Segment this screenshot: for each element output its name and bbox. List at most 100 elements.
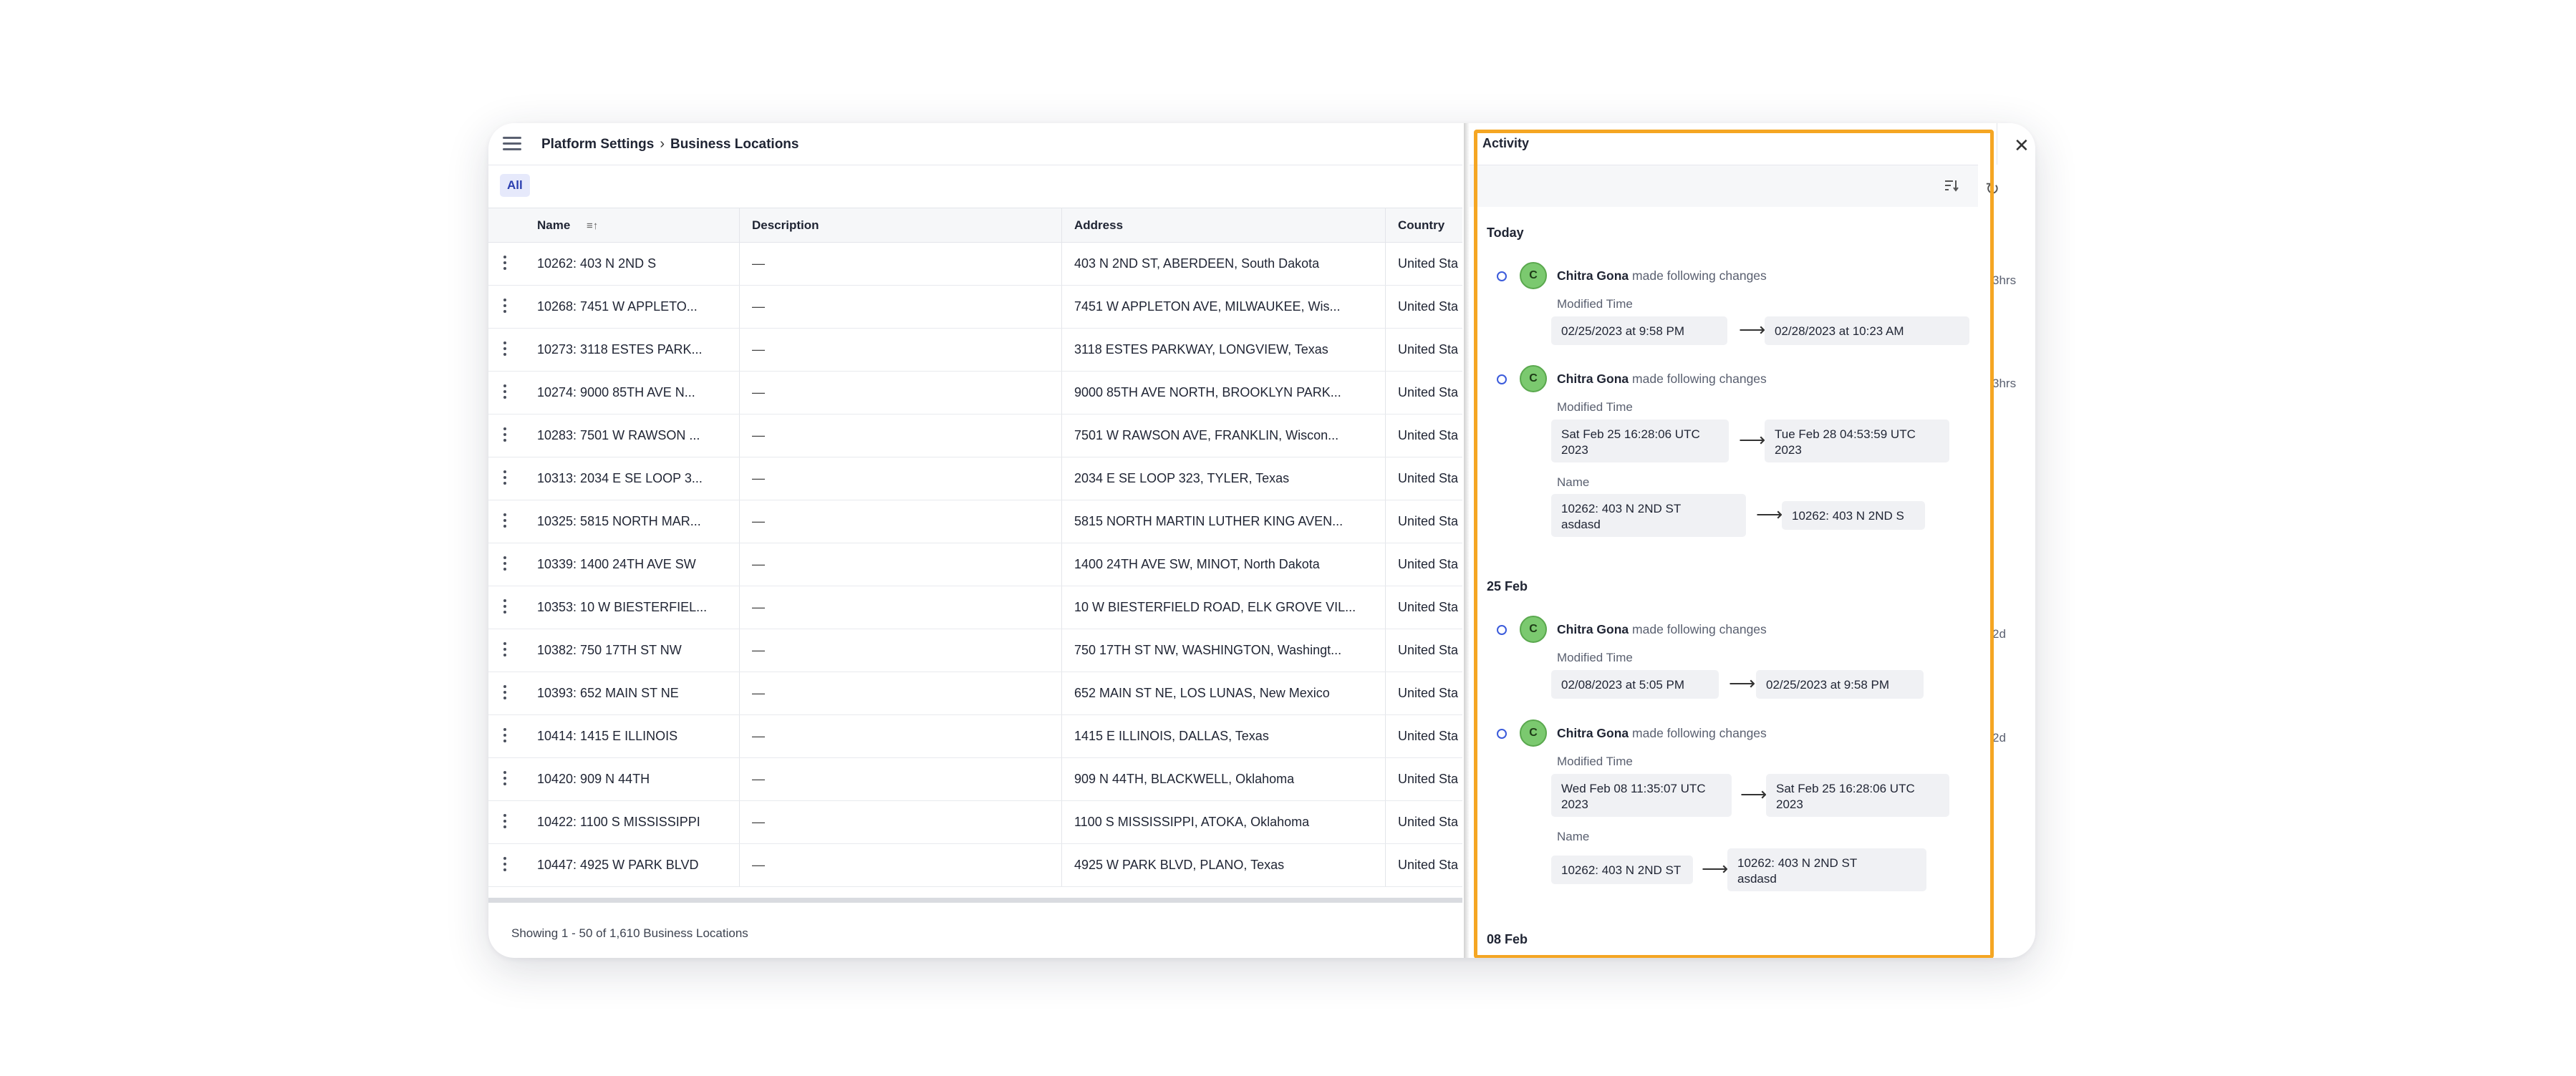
- activity-action: made following changes: [1632, 622, 1767, 636]
- cell-country: United Sta: [1398, 342, 1459, 357]
- cell-description: —: [752, 385, 765, 399]
- kebab-menu-icon[interactable]: [503, 470, 507, 486]
- cell-address: 5815 NORTH MARTIN LUTHER KING AVEN...: [1074, 514, 1344, 528]
- changed-field-label: Name: [1557, 475, 1590, 489]
- user-name[interactable]: Chitra Gona: [1557, 726, 1629, 740]
- table-row[interactable]: 10414: 1415 E ILLINOIS — 1415 E ILLINOIS, …: [488, 715, 1462, 758]
- column-header-address[interactable]: Address: [1074, 208, 1123, 242]
- cell-country: United Sta: [1398, 729, 1459, 743]
- cell-country: United Sta: [1398, 600, 1459, 614]
- kebab-menu-icon[interactable]: [503, 642, 507, 658]
- kebab-menu-icon[interactable]: [503, 384, 507, 400]
- cell-address: 652 MAIN ST NE, LOS LUNAS, New Mexico: [1074, 686, 1330, 700]
- cell-description: —: [752, 772, 765, 786]
- table-row[interactable]: 10262: 403 N 2ND S — 403 N 2ND ST, ABERDEE…: [488, 243, 1462, 286]
- cell-description: —: [752, 686, 765, 700]
- kebab-menu-icon[interactable]: [503, 814, 507, 830]
- cell-description: —: [752, 815, 765, 829]
- cell-description: —: [752, 428, 765, 442]
- table-row[interactable]: 10268: 7451 W APPLETO... — 7451 W APPLETON…: [488, 286, 1462, 329]
- cell-description: —: [752, 471, 765, 485]
- kebab-menu-icon[interactable]: [503, 728, 507, 744]
- breadcrumb-root[interactable]: Platform Settings: [541, 137, 654, 152]
- cell-address: 10 W BIESTERFIELD ROAD, ELK GROVE VIL...: [1074, 600, 1356, 614]
- activity-time-ago: 3hrs: [1992, 273, 2017, 287]
- table-row[interactable]: 10313: 2034 E SE LOOP 3... — 2034 E SE LOO…: [488, 457, 1462, 500]
- column-header-description[interactable]: Description: [752, 208, 819, 242]
- changed-field-label: Modified Time: [1557, 297, 1633, 311]
- kebab-menu-icon[interactable]: [503, 341, 507, 357]
- cell-address: 7501 W RAWSON AVE, FRANKLIN, Wiscon...: [1074, 428, 1339, 442]
- table-row[interactable]: 10420: 909 N 44TH — 909 N 44TH, BLACKWELL,…: [488, 758, 1462, 801]
- cell-description: —: [752, 514, 765, 528]
- table-row[interactable]: 10273: 3118 ESTES PARK... — 3118 ESTES PAR…: [488, 329, 1462, 372]
- table-row[interactable]: 10283: 7501 W RAWSON ... — 7501 W RAWSON A…: [488, 415, 1462, 457]
- cell-description: —: [752, 299, 765, 314]
- cell-description: —: [752, 600, 765, 614]
- table-row[interactable]: 10382: 750 17TH ST NW — 750 17TH ST NW, WA…: [488, 629, 1462, 672]
- cell-name: 10325: 5815 NORTH MAR...: [537, 514, 701, 528]
- cell-address: 3118 ESTES PARKWAY, LONGVIEW, Texas: [1074, 342, 1328, 357]
- tab-all[interactable]: All: [500, 174, 530, 197]
- filter-bar: All: [488, 165, 1462, 207]
- kebab-menu-icon[interactable]: [503, 299, 507, 314]
- kebab-menu-icon[interactable]: [503, 427, 507, 443]
- column-header-name[interactable]: Name ≡↑: [537, 208, 598, 242]
- changed-field-label: Modified Time: [1557, 651, 1633, 664]
- kebab-menu-icon[interactable]: [503, 599, 507, 615]
- old-value-chip: 10262: 403 N 2ND ST asdasd: [1551, 494, 1746, 537]
- sort-icon[interactable]: ≡↑: [587, 220, 598, 232]
- user-name[interactable]: Chitra Gona: [1557, 268, 1629, 283]
- activity-title: Activity: [1482, 136, 1530, 150]
- table-row[interactable]: 10339: 1400 24TH AVE SW — 1400 24TH AVE SW…: [488, 543, 1462, 586]
- table-header: Name ≡↑ Description Address Country: [488, 208, 1462, 243]
- kebab-menu-icon[interactable]: [503, 857, 507, 873]
- cell-name: 10420: 909 N 44TH: [537, 772, 650, 786]
- new-value-chip: 10262: 403 N 2ND S: [1782, 501, 1925, 530]
- locations-table: Name ≡↑ Description Address Country 1026…: [488, 208, 1462, 887]
- table-row[interactable]: 10447: 4925 W PARK BLVD — 4925 W PARK BLVD…: [488, 844, 1462, 887]
- horizontal-scrollbar[interactable]: [488, 898, 1462, 903]
- activity-summary: Chitra Gona made following changes: [1557, 372, 1767, 387]
- cell-country: United Sta: [1398, 772, 1459, 786]
- cell-address: 1100 S MISSISSIPPI, ATOKA, Oklahoma: [1074, 815, 1310, 829]
- kebab-menu-icon[interactable]: [503, 513, 507, 529]
- kebab-menu-icon[interactable]: [503, 556, 507, 572]
- table-row[interactable]: 10274: 9000 85TH AVE N... — 9000 85TH AVE …: [488, 372, 1462, 415]
- old-value-chip: Sat Feb 25 16:28:06 UTC 2023: [1551, 420, 1729, 462]
- user-name[interactable]: Chitra Gona: [1557, 622, 1629, 636]
- cell-address: 9000 85TH AVE NORTH, BROOKLYN PARK...: [1074, 385, 1341, 399]
- table-body: 10262: 403 N 2ND S — 403 N 2ND ST, ABERDEE…: [488, 243, 1462, 887]
- table-row[interactable]: 10353: 10 W BIESTERFIEL... — 10 W BIESTERF…: [488, 586, 1462, 629]
- column-header-country[interactable]: Country: [1398, 208, 1444, 242]
- activity-time-ago: 3hrs: [1992, 377, 2017, 390]
- kebab-menu-icon[interactable]: [503, 771, 507, 787]
- cell-country: United Sta: [1398, 557, 1459, 571]
- old-value-chip: 10262: 403 N 2ND ST: [1551, 856, 1693, 884]
- kebab-menu-icon[interactable]: [503, 685, 507, 701]
- table-row[interactable]: 10393: 652 MAIN ST NE — 652 MAIN ST NE, LO…: [488, 672, 1462, 715]
- cell-address: 1415 E ILLINOIS, DALLAS, Texas: [1074, 729, 1269, 743]
- sort-list-icon[interactable]: [1944, 178, 1959, 193]
- cell-description: —: [752, 729, 765, 743]
- cell-country: United Sta: [1398, 643, 1459, 657]
- close-icon[interactable]: ✕: [2014, 136, 2030, 155]
- cell-description: —: [752, 342, 765, 357]
- user-name[interactable]: Chitra Gona: [1557, 372, 1629, 386]
- cell-country: United Sta: [1398, 385, 1459, 399]
- refresh-icon[interactable]: ↻: [1985, 179, 1999, 200]
- avatar: C: [1520, 719, 1547, 747]
- pagination-summary: Showing 1 - 50 of 1,610 Business Locatio…: [511, 926, 748, 940]
- hamburger-menu-icon[interactable]: [503, 136, 521, 152]
- table-row[interactable]: 10422: 1100 S MISSISSIPPI — 1100 S MISSISS…: [488, 801, 1462, 844]
- arrow-right-icon: ⟶: [1729, 672, 1756, 694]
- arrow-right-icon: ⟶: [1739, 429, 1766, 450]
- cell-name: 10353: 10 W BIESTERFIEL...: [537, 600, 708, 614]
- group-label-08-feb: 08 Feb: [1487, 932, 1528, 946]
- activity-action: made following changes: [1632, 372, 1767, 386]
- timeline-dot: [1497, 374, 1507, 384]
- kebab-menu-icon[interactable]: [503, 256, 507, 271]
- cell-name: 10422: 1100 S MISSISSIPPI: [537, 815, 700, 829]
- new-value-chip: 02/25/2023 at 9:58 PM: [1756, 670, 1924, 699]
- table-row[interactable]: 10325: 5815 NORTH MAR... — 5815 NORTH MART…: [488, 500, 1462, 543]
